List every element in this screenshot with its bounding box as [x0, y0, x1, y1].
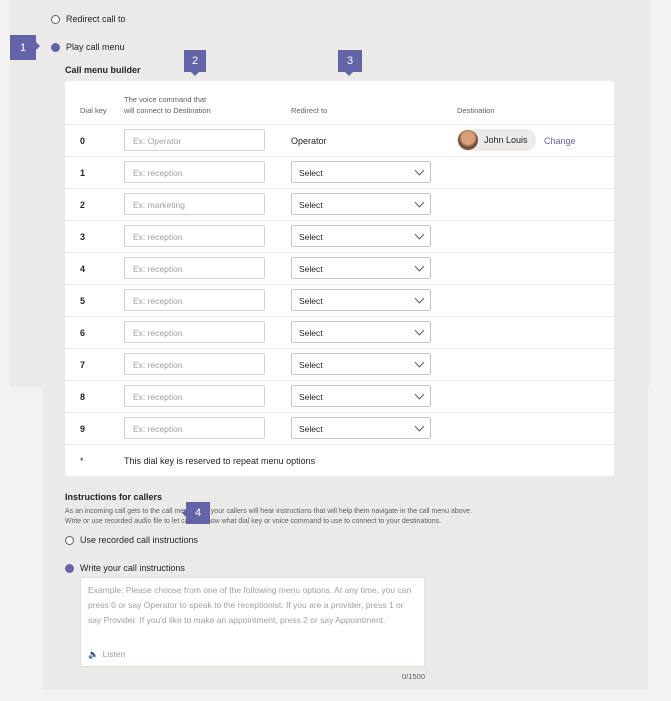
character-counter: 0/1500: [402, 672, 425, 681]
dial-key: 6: [80, 328, 86, 338]
reserved-key-note: This dial key is reserved to repeat menu…: [124, 456, 316, 466]
select-value: Select: [299, 424, 323, 434]
header-redirect: Redirect to: [291, 106, 328, 115]
instructions-description: As an incoming call gets to the call men…: [65, 507, 472, 527]
avatar: [458, 130, 478, 150]
callout-4: 4: [182, 502, 210, 524]
select-value: Select: [299, 232, 323, 242]
chevron-down-icon: [414, 165, 425, 176]
listen-label: Listen: [102, 649, 126, 659]
description-line: As an incoming call gets to the call men…: [65, 508, 472, 515]
callout-1: 1: [10, 35, 40, 60]
radio-recorded-instructions[interactable]: Use recorded call instructions: [65, 535, 198, 545]
header-line: will connect to Destination: [124, 106, 211, 115]
radio-circle: [65, 535, 74, 545]
dial-key: 3: [80, 232, 86, 242]
chevron-down-icon: [414, 293, 425, 304]
redirect-select[interactable]: Select: [291, 289, 431, 311]
listen-button[interactable]: 🔈 Listen: [88, 647, 125, 662]
chevron-down-icon: [414, 229, 425, 240]
table-row: 1 Ex: reception Select: [65, 156, 614, 188]
change-link[interactable]: Change: [544, 136, 576, 146]
header-destination: Destination: [457, 106, 495, 115]
select-value: Select: [299, 360, 323, 370]
chevron-down-icon: [414, 325, 425, 336]
table-row: 6 Ex: reception Select: [65, 316, 614, 348]
table-row: 5 Ex: reception Select: [65, 284, 614, 316]
radio-redirect-call[interactable]: Redirect call to: [51, 14, 126, 24]
header-line: The voice command that: [124, 95, 207, 104]
radio-write-instructions[interactable]: Write your call instructions: [65, 563, 185, 573]
table-row-star: * This dial key is reserved to repeat me…: [65, 444, 614, 476]
table-row: 8 Ex: reception Select: [65, 380, 614, 412]
description-line: Write or use recorded audio file to let …: [65, 518, 442, 525]
voice-command-input[interactable]: Ex: reception: [124, 385, 265, 407]
radio-circle: [51, 14, 60, 24]
dial-key: 1: [80, 168, 86, 178]
radio-label: Write your call instructions: [80, 563, 185, 573]
voice-command-input[interactable]: Ex: reception: [124, 353, 265, 375]
radio-label: Use recorded call instructions: [80, 535, 199, 545]
select-value: Select: [299, 200, 323, 210]
table-row: 3 Ex: reception Select: [65, 220, 614, 252]
radio-label: Play call menu: [66, 42, 125, 52]
redirect-select[interactable]: Select: [291, 417, 431, 439]
select-value: Select: [299, 296, 323, 306]
select-value: Select: [299, 168, 323, 178]
voice-command-input[interactable]: Ex: reception: [124, 161, 265, 183]
table-row-operator: 0 Ex: Operator Operator John Louis Chang…: [65, 124, 614, 156]
redirect-value: Operator: [291, 136, 327, 146]
redirect-select[interactable]: Select: [291, 225, 431, 247]
textarea-placeholder: Example: Please choose from one of the f…: [88, 585, 412, 625]
header-dial-key: Dial key: [80, 106, 107, 115]
speaker-icon: 🔈: [88, 649, 99, 659]
instructions-title: Instructions for callers: [65, 492, 163, 502]
chevron-down-icon: [414, 197, 425, 208]
call-menu-table: Dial key The voice command that will conn…: [65, 81, 614, 476]
redirect-select[interactable]: Select: [291, 193, 431, 215]
dial-key: 0: [80, 136, 86, 146]
chevron-down-icon: [414, 357, 425, 368]
callout-2: 2: [184, 50, 206, 76]
table-row: 7 Ex: reception Select: [65, 348, 614, 380]
dial-key: 5: [80, 296, 86, 306]
radio-label: Redirect call to: [66, 14, 126, 24]
select-value: Select: [299, 264, 323, 274]
callout-3: 3: [338, 50, 362, 76]
dial-key: 7: [80, 360, 86, 370]
select-value: Select: [299, 392, 323, 402]
voice-command-input[interactable]: Ex: Operator: [124, 129, 265, 151]
instructions-textarea[interactable]: Example: Please choose from one of the f…: [80, 577, 425, 667]
voice-command-input[interactable]: Ex: marketing: [124, 193, 265, 215]
dial-key: 9: [80, 424, 86, 434]
redirect-select[interactable]: Select: [291, 353, 431, 375]
dial-key: 2: [80, 200, 86, 210]
chevron-down-icon: [414, 389, 425, 400]
voice-command-input[interactable]: Ex: reception: [124, 417, 265, 439]
destination-name: John Louis: [484, 135, 528, 145]
radio-play-call-menu[interactable]: Play call menu: [51, 42, 125, 52]
redirect-select[interactable]: Select: [291, 321, 431, 343]
dial-key: 8: [80, 392, 86, 402]
table-row: 9 Ex: reception Select: [65, 412, 614, 444]
voice-command-input[interactable]: Ex: reception: [124, 289, 265, 311]
redirect-select[interactable]: Select: [291, 161, 431, 183]
radio-circle-selected: [65, 563, 74, 573]
chevron-down-icon: [414, 421, 425, 432]
chevron-down-icon: [414, 261, 425, 272]
voice-command-input[interactable]: Ex: reception: [124, 321, 265, 343]
voice-command-input[interactable]: Ex: reception: [124, 225, 265, 247]
table-row: 2 Ex: marketing Select: [65, 188, 614, 220]
header-voice-command: The voice command that will connect to De…: [124, 94, 211, 116]
destination-chip: John Louis: [457, 129, 536, 151]
redirect-select[interactable]: Select: [291, 385, 431, 407]
redirect-select[interactable]: Select: [291, 257, 431, 279]
table-row: 4 Ex: reception Select: [65, 252, 614, 284]
voice-command-input[interactable]: Ex: reception: [124, 257, 265, 279]
builder-title: Call menu builder: [65, 65, 141, 75]
dial-key: 4: [80, 264, 86, 274]
radio-circle-selected: [51, 42, 60, 52]
select-value: Select: [299, 328, 323, 338]
dial-key: *: [80, 456, 84, 466]
